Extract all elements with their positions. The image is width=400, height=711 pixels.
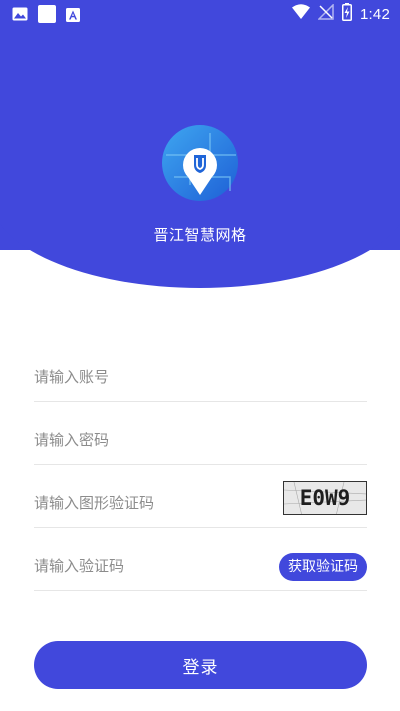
sms-code-row: 获取验证码	[34, 542, 367, 591]
wifi-icon	[292, 4, 310, 24]
captcha-image[interactable]: E0W9	[283, 481, 367, 515]
status-bar-left	[12, 5, 80, 27]
get-code-button[interactable]: 获取验证码	[279, 553, 367, 581]
status-time: 1:42	[360, 5, 390, 23]
login-button[interactable]: 登录	[34, 641, 367, 689]
no-signal-icon	[317, 3, 334, 24]
square-icon	[38, 5, 56, 27]
captcha-text: E0W9	[299, 486, 351, 510]
app-title: 晋江智慧网格	[153, 226, 247, 244]
sms-code-input[interactable]	[34, 542, 264, 590]
image-icon	[12, 6, 28, 26]
battery-charging-icon	[342, 3, 352, 25]
status-bar: 1:42	[0, 0, 400, 28]
password-row	[34, 416, 367, 465]
captcha-input[interactable]	[34, 479, 264, 527]
captcha-row: E0W9	[34, 479, 367, 528]
account-input[interactable]	[34, 353, 264, 401]
location-pin-shield-icon	[160, 125, 240, 205]
password-input[interactable]	[34, 416, 264, 464]
font-icon	[66, 7, 80, 26]
account-row	[34, 353, 367, 402]
login-screen: 1:42 晋江智慧网格 请输入账号 请输入图形验证码 E0W9 请输入验证码 获…	[0, 0, 400, 711]
status-bar-right: 1:42	[292, 3, 390, 25]
